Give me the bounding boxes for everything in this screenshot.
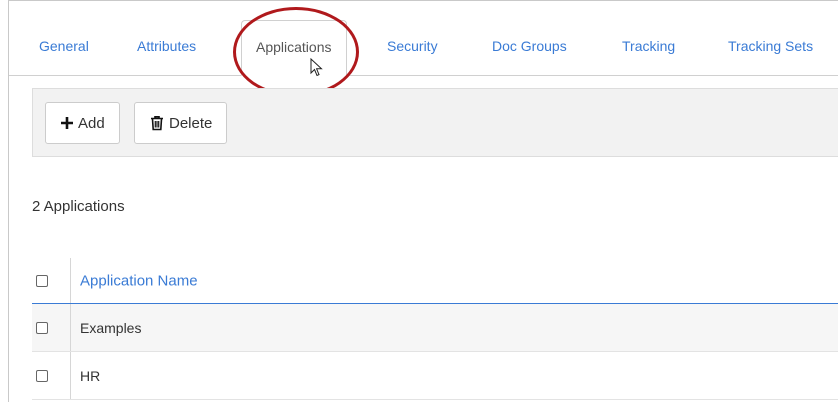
row-checkbox[interactable] [36, 321, 48, 334]
column-divider [70, 258, 71, 303]
tab-general[interactable]: General [39, 38, 89, 54]
tab-bar: General Attributes Applications Security… [9, 0, 838, 76]
delete-button-label: Delete [169, 114, 213, 132]
column-header-application-name[interactable]: Application Name [80, 272, 198, 289]
row-checkbox[interactable] [36, 369, 48, 382]
trash-icon [149, 115, 165, 131]
delete-button[interactable]: Delete [134, 102, 228, 144]
applications-count: 2 Applications [32, 198, 125, 215]
tab-attributes[interactable]: Attributes [137, 38, 196, 54]
select-all-checkbox[interactable] [36, 274, 48, 287]
table-header-row: Application Name [32, 258, 838, 304]
table-row[interactable]: Examples [32, 304, 838, 352]
tab-applications[interactable]: Applications [241, 20, 347, 76]
tab-tracking[interactable]: Tracking [622, 38, 675, 54]
add-button[interactable]: Add [45, 102, 120, 144]
tab-doc-groups[interactable]: Doc Groups [492, 38, 567, 54]
plus-icon [60, 116, 74, 130]
column-divider [70, 352, 71, 399]
tab-security[interactable]: Security [387, 38, 438, 54]
column-divider [70, 304, 71, 351]
add-button-label: Add [78, 114, 105, 132]
application-name-cell: HR [80, 367, 101, 384]
applications-table: Application Name Examples HR [32, 258, 838, 400]
application-name-cell: Examples [80, 319, 142, 336]
table-row[interactable]: HR [32, 352, 838, 400]
mouse-cursor-icon [310, 58, 323, 77]
tab-tracking-sets[interactable]: Tracking Sets [728, 38, 813, 54]
toolbar: Add Delete [32, 88, 838, 157]
